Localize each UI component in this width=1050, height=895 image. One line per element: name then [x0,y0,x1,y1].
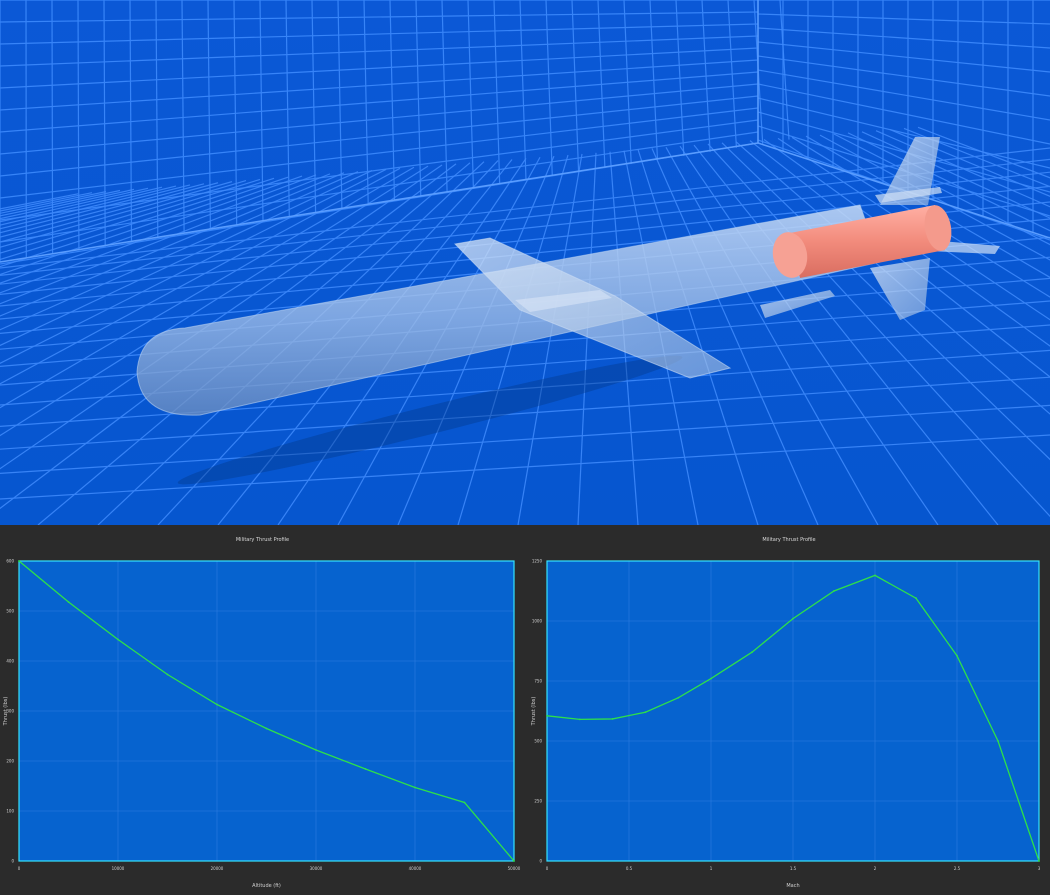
x-tick-label: 0.5 [626,866,633,871]
x-tick-label: 1 [710,866,713,871]
data-point [463,801,466,804]
x-tick-label: 20000 [211,866,224,871]
data-point [414,786,416,789]
x-tick-label: 10000 [112,866,125,871]
plots-panel: Military Thrust Profile 0 10000 20000 30000 4… [0,525,1050,895]
data-point [1038,860,1040,862]
y-axis-label: Thrust (lbs) [3,697,9,727]
data-point [833,590,835,592]
data-point [915,597,917,600]
data-point [710,677,712,680]
y-axis-label: Thrust (lbs) [531,697,537,727]
3d-viewport[interactable] [0,0,1050,525]
data-point [166,673,169,676]
data-point [644,711,647,714]
y-tick-label: 400 [6,659,14,664]
y-tick-label: 750 [534,679,542,684]
x-tick-label: 0 [18,866,21,871]
x-tick-label: 30000 [310,866,323,871]
thrust-vs-mach-chart: Military Thrust Profile 0 0.5 1 1.5 2 2.5 3 0 250… [531,537,1041,889]
y-tick-label: 0 [539,859,542,864]
scene-canvas[interactable] [0,0,1050,525]
data-point [315,749,317,751]
x-tick-label: 2.5 [954,866,961,871]
x-tick-label: 3 [1038,866,1041,871]
y-tick-label: 1250 [532,559,543,564]
data-point [578,718,581,721]
data-point [792,617,794,620]
chart-title: Military Thrust Profile [236,537,289,543]
x-tick-label: 1.5 [790,866,797,871]
data-point [956,654,958,657]
x-tick-label: 0 [546,866,549,871]
x-tick-label: 40000 [409,866,422,871]
data-point [216,703,218,706]
chart-title: Military Thrust Profile [762,537,815,543]
x-axis-label: Mach [786,883,799,889]
data-point [265,727,268,730]
y-tick-label: 1000 [532,619,543,624]
x-axis-label: Altitude (ft) [252,883,281,889]
y-tick-label: 600 [6,559,14,564]
data-point [677,696,680,699]
x-tick-label: 50000 [508,866,521,871]
data-point [546,714,548,717]
y-tick-label: 100 [6,809,14,814]
data-point [997,740,999,742]
y-tick-label: 200 [6,759,14,764]
data-point [751,651,753,654]
data-point [364,768,367,770]
y-tick-label: 0 [11,859,14,864]
y-tick-label: 500 [534,739,542,744]
data-point [18,560,20,562]
data-point [117,638,119,641]
data-point [874,574,876,577]
y-tick-label: 500 [6,609,14,614]
data-point [611,718,614,720]
y-tick-label: 250 [534,799,542,804]
thrust-vs-altitude-chart: Military Thrust Profile 0 10000 20000 30000 4… [3,537,521,889]
x-tick-label: 2 [874,866,877,871]
data-point [67,601,70,603]
data-point [513,860,515,862]
